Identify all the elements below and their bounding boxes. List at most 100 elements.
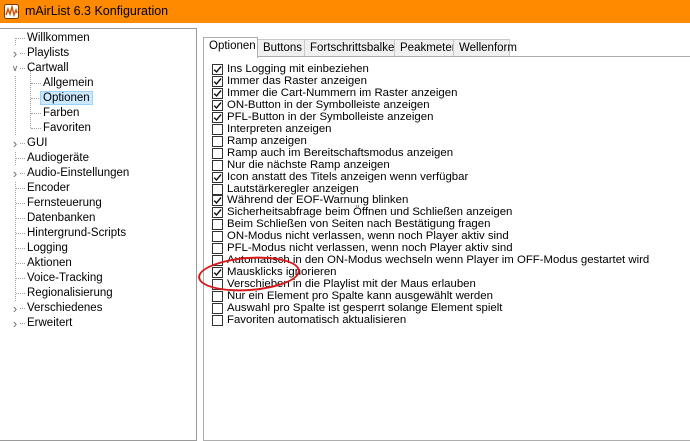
checkmark-icon [213, 197, 222, 205]
tree-connector-line [16, 158, 25, 159]
tree-item-label: Willkommen [27, 32, 90, 44]
tree-connector-line [31, 98, 41, 99]
tree-item-erweitert[interactable]: Erweitert [25, 316, 74, 331]
tree-connector-line [16, 263, 25, 264]
tree-item-label: Audiogeräte [27, 152, 90, 164]
tree-item-label: Optionen [40, 91, 93, 105]
tree-item-verschiedenes[interactable]: Verschiedenes [25, 301, 104, 316]
chevron-right-icon[interactable]: › [10, 46, 20, 61]
settings-tree[interactable]: Willkommen › Playlists ∨ Cartwall Allgemein Op… [0, 28, 197, 441]
checkbox-unchecked[interactable] [212, 255, 223, 267]
tree-connector-line [31, 128, 41, 129]
chevron-right-icon[interactable]: › [10, 136, 20, 151]
option-label: Immer das Raster anzeigen [227, 74, 367, 87]
chevron-down-icon[interactable]: ∨ [10, 61, 20, 76]
tree-item-label: Logging [27, 242, 68, 254]
option-label: Ins Logging mit einbeziehen [227, 63, 369, 75]
option-label: Favoriten automatisch aktualisieren [227, 313, 407, 326]
option-label: ON-Button in der Symbolleiste anzeigen [227, 98, 430, 111]
tree-item-fernsteuerung[interactable]: Fernsteuerung [25, 196, 104, 211]
chevron-right-icon[interactable]: › [10, 301, 20, 316]
checkbox-unchecked[interactable] [212, 279, 223, 291]
tree-item-label: Regionalisierung [27, 287, 113, 299]
tree-item-label: Voice-Tracking [27, 272, 103, 284]
tree-connector-line [16, 293, 25, 294]
option-label: Mausklicks ignorieren [227, 266, 337, 279]
checkbox-unchecked[interactable] [212, 243, 223, 255]
option-label: Während der EOF-Warnung blinken [227, 194, 409, 207]
option-label: Icon anstatt des Titels anzeigen wenn ve… [227, 170, 469, 183]
option-label: Lautstärkeregler anzeigen [227, 182, 359, 195]
tree-item-datenbanken[interactable]: Datenbanken [25, 211, 97, 226]
tree-item-label: Fernsteuerung [27, 197, 102, 209]
option-label: Nur ein Element pro Spalte kann ausgewäh… [227, 290, 493, 303]
tree-item-allgemein[interactable]: Allgemein [41, 76, 96, 91]
checkbox-unchecked[interactable] [212, 219, 223, 231]
checkbox-unchecked[interactable] [212, 159, 223, 171]
checkbox-checked[interactable] [212, 64, 223, 75]
checkbox-checked[interactable] [212, 111, 223, 123]
tree-item-farben[interactable]: Farben [41, 106, 81, 121]
tree-item-willkommen[interactable]: Willkommen [25, 31, 92, 46]
tree-connector-line [16, 278, 25, 279]
checkbox-checked[interactable] [212, 75, 223, 87]
tab-wellenform[interactable]: Wellenform [453, 39, 517, 57]
chevron-right-icon[interactable]: › [10, 316, 20, 331]
tree-item-label: Playlists [27, 47, 70, 59]
tree-item-label: Allgemein [43, 77, 94, 89]
tree-item-optionen[interactable]: Optionen [40, 91, 93, 106]
tab-peakmeter[interactable]: Peakmeter [394, 39, 456, 57]
option-label: ON-Modus nicht verlassen, wenn noch Play… [227, 230, 509, 243]
tree-item-label: Favoriten [43, 122, 91, 134]
tab-fortschrittsbalken[interactable]: Fortschrittsbalken [304, 39, 401, 57]
tree-item-playlists[interactable]: Playlists [25, 46, 71, 61]
checkbox-checked[interactable] [212, 87, 223, 99]
checkbox-unchecked[interactable] [212, 147, 223, 159]
checkbox-unchecked[interactable] [212, 183, 223, 195]
checkbox-unchecked[interactable] [212, 123, 223, 135]
tree-item-favoriten[interactable]: Favoriten [41, 121, 93, 136]
tree-item-regionalisierung[interactable]: Regionalisierung [25, 286, 115, 301]
tab-optionen[interactable]: Optionen [203, 37, 258, 58]
option-label: Immer die Cart-Nummern im Raster anzeige… [227, 86, 458, 99]
checkbox-unchecked[interactable] [212, 231, 223, 243]
checkbox-checked[interactable] [212, 207, 223, 219]
checkbox-checked[interactable] [212, 99, 223, 111]
tree-item-voice-tracking[interactable]: Voice-Tracking [25, 271, 105, 286]
tree-item-aktionen[interactable]: Aktionen [25, 256, 74, 271]
tree-connector-line [31, 83, 41, 84]
tab-buttons[interactable]: Buttons [257, 39, 305, 57]
tree-item-cartwall[interactable]: Cartwall [25, 61, 71, 76]
tree-item-audiogeräte[interactable]: Audiogeräte [25, 151, 91, 166]
option-label: PFL-Modus nicht verlassen, wenn noch Pla… [227, 242, 513, 255]
checkmark-icon [213, 77, 222, 85]
tree-connector-line [30, 71, 31, 128]
checkbox-checked[interactable] [212, 195, 223, 207]
tree-item-label: Verschiedenes [27, 302, 103, 314]
option-label: Ramp auch im Bereitschaftsmodus anzeigen [227, 146, 454, 159]
tree-connector-line [16, 233, 25, 234]
tree-item-audio-einstellungen[interactable]: Audio-Einstellungen [25, 166, 131, 181]
option-label: Sicherheitsabfrage beim Öffnen und Schli… [227, 206, 513, 219]
checkmark-icon [213, 101, 222, 109]
tree-item-encoder[interactable]: Encoder [25, 181, 72, 196]
tree-connector-line [16, 38, 25, 39]
tree-item-gui[interactable]: GUI [25, 136, 49, 151]
tree-item-label: Erweitert [27, 317, 73, 329]
chevron-right-icon[interactable]: › [10, 166, 20, 181]
checkbox-unchecked[interactable] [212, 135, 223, 147]
checkbox-unchecked[interactable] [212, 291, 223, 303]
checkmark-icon [213, 113, 222, 121]
option-label: Auswahl pro Spalte ist gesperrt solange … [227, 302, 503, 314]
tree-item-logging[interactable]: Logging [25, 241, 70, 256]
option-label: Automatisch in den ON-Modus wechseln wen… [227, 254, 650, 267]
checkbox-checked[interactable] [212, 171, 223, 183]
tree-item-hintergrund-scripts[interactable]: Hintergrund-Scripts [25, 226, 128, 241]
checkbox-checked[interactable] [212, 267, 223, 279]
checkbox-unchecked[interactable] [212, 314, 223, 326]
checkmark-icon [213, 89, 222, 97]
checkbox-unchecked[interactable] [212, 303, 223, 314]
option-label: Nur die nächste Ramp anzeigen [227, 158, 390, 171]
checkmark-icon [213, 269, 222, 277]
title-bar: mAirList 6.3 Konfiguration [0, 0, 690, 23]
